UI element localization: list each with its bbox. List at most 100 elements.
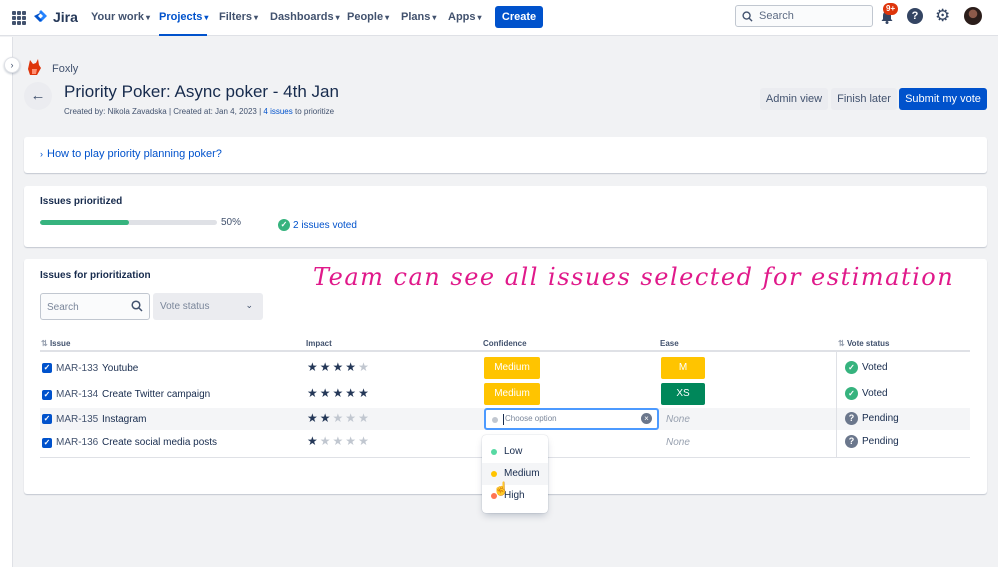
nav-apps[interactable]: Apps ▾ xyxy=(448,0,482,36)
column-header-confidence: Confidence xyxy=(483,339,527,348)
expand-sidebar-chevron-icon[interactable]: › xyxy=(4,57,20,73)
issue-title[interactable]: Create Twitter campaign xyxy=(102,389,210,400)
notification-count-badge: 9+ xyxy=(883,3,899,15)
select-placeholder: Choose option xyxy=(505,414,557,423)
star-filled-icon[interactable]: ★ xyxy=(320,360,333,374)
jira-logo-icon xyxy=(34,10,47,22)
confidence-select[interactable]: Choose option × xyxy=(484,408,659,430)
submit-vote-button[interactable]: Submit my vote xyxy=(899,88,987,110)
row-checkbox[interactable]: ✓ xyxy=(42,363,52,373)
option-medium[interactable]: Medium xyxy=(482,463,548,485)
nav-dashboards[interactable]: Dashboards ▾ xyxy=(270,0,340,36)
star-filled-icon[interactable]: ★ xyxy=(307,411,320,425)
star-filled-icon[interactable]: ★ xyxy=(333,386,346,400)
star-empty-icon[interactable]: ★ xyxy=(333,434,346,448)
impact-rating[interactable]: ★★★★★ xyxy=(307,386,371,400)
issues-count-link[interactable]: 4 issues xyxy=(263,107,292,116)
confidence-dropdown-menu: Low Medium High xyxy=(482,435,548,513)
search-placeholder: Search xyxy=(759,10,794,22)
ease-empty[interactable]: None xyxy=(666,414,690,425)
vote-status: ✓ Voted xyxy=(845,361,888,374)
star-empty-icon[interactable]: ★ xyxy=(333,411,346,425)
help-icon[interactable]: ? xyxy=(907,8,923,24)
logo-text: Jira xyxy=(53,9,78,25)
star-filled-icon[interactable]: ★ xyxy=(320,411,333,425)
ease-chip[interactable]: M xyxy=(661,357,705,379)
column-header-issue[interactable]: ⇅ Issue xyxy=(41,339,70,348)
low-dot-icon xyxy=(491,449,497,455)
option-low[interactable]: Low xyxy=(482,441,548,463)
check-circle-icon: ✓ xyxy=(845,361,858,374)
project-name[interactable]: Foxly xyxy=(52,63,78,75)
chevron-down-icon: ▾ xyxy=(385,13,390,22)
row-checkbox[interactable]: ✓ xyxy=(42,438,52,448)
star-empty-icon[interactable]: ★ xyxy=(345,434,358,448)
impact-rating[interactable]: ★★★★★ xyxy=(307,360,371,374)
star-filled-icon[interactable]: ★ xyxy=(345,360,358,374)
jira-logo[interactable]: Jira xyxy=(34,9,78,25)
how-to-play-expander[interactable]: › How to play priority planning poker? xyxy=(40,148,222,160)
nav-your-work[interactable]: Your work ▾ xyxy=(91,0,150,36)
impact-rating[interactable]: ★★★★★ xyxy=(307,434,371,448)
column-header-vote-status[interactable]: ⇅ Vote status xyxy=(838,339,889,348)
issue-title[interactable]: Instagram xyxy=(102,414,146,425)
nav-projects[interactable]: Projects ▾ xyxy=(159,0,208,36)
star-filled-icon[interactable]: ★ xyxy=(345,386,358,400)
star-filled-icon[interactable]: ★ xyxy=(307,434,320,448)
top-navigation: Jira Your work ▾ Projects ▾ Filters ▾ Dashb… xyxy=(0,0,998,36)
star-empty-icon[interactable]: ★ xyxy=(358,360,371,374)
star-filled-icon[interactable]: ★ xyxy=(307,386,320,400)
issue-title[interactable]: Youtube xyxy=(102,363,138,374)
option-high[interactable]: High xyxy=(482,485,548,507)
page-title: Priority Poker: Async poker - 4th Jan xyxy=(64,82,339,101)
settings-gear-icon[interactable]: ⚙ xyxy=(935,7,950,25)
nav-people[interactable]: People ▾ xyxy=(347,0,389,36)
table-row: ✓ MAR-134 Create Twitter campaign ★★★★★ … xyxy=(40,382,970,406)
star-empty-icon[interactable]: ★ xyxy=(358,434,371,448)
star-empty-icon[interactable]: ★ xyxy=(320,434,333,448)
session-meta: Created by: Nikola Zavadska | Created at… xyxy=(64,107,335,116)
clear-icon[interactable]: × xyxy=(641,413,652,424)
vote-status: ? Pending xyxy=(845,435,899,448)
star-empty-icon[interactable]: ★ xyxy=(358,411,371,425)
star-filled-icon[interactable]: ★ xyxy=(333,360,346,374)
nav-plans[interactable]: Plans ▾ xyxy=(401,0,436,36)
create-button[interactable]: Create xyxy=(495,6,543,28)
progress-bar-fill xyxy=(40,220,129,225)
chevron-right-icon: › xyxy=(40,149,43,159)
app-switcher-icon[interactable] xyxy=(12,11,26,25)
global-search-input[interactable]: Search xyxy=(735,5,873,27)
ease-empty[interactable]: None xyxy=(666,437,690,448)
chevron-down-icon: ▾ xyxy=(145,13,150,22)
nav-filters[interactable]: Filters ▾ xyxy=(219,0,258,36)
star-empty-icon[interactable]: ★ xyxy=(345,411,358,425)
issue-title[interactable]: Create social media posts xyxy=(102,437,217,448)
star-filled-icon[interactable]: ★ xyxy=(358,386,371,400)
check-circle-icon: ✓ xyxy=(845,387,858,400)
finish-later-button[interactable]: Finish later xyxy=(831,88,897,110)
issue-search-input[interactable]: Search xyxy=(40,293,150,320)
empty-dot-icon xyxy=(492,417,498,423)
text-cursor xyxy=(503,414,504,425)
vote-status-select[interactable]: Vote status ⌄ xyxy=(153,293,263,320)
chevron-down-icon: ▾ xyxy=(432,13,437,22)
issue-key[interactable]: MAR-134 xyxy=(56,389,98,400)
user-avatar[interactable] xyxy=(964,7,982,25)
ease-chip[interactable]: XS xyxy=(661,383,705,405)
star-filled-icon[interactable]: ★ xyxy=(307,360,320,374)
issue-key[interactable]: MAR-135 xyxy=(56,414,98,425)
column-header-impact: Impact xyxy=(306,339,332,348)
issue-key[interactable]: MAR-136 xyxy=(56,437,98,448)
vote-status: ? Pending xyxy=(845,412,899,425)
handwritten-annotation: Team can see all issues selected for est… xyxy=(313,263,955,291)
issues-voted-link[interactable]: ✓ 2 issues voted xyxy=(278,219,357,231)
confidence-chip[interactable]: Medium xyxy=(484,357,540,379)
impact-rating[interactable]: ★★★★★ xyxy=(307,411,371,425)
star-filled-icon[interactable]: ★ xyxy=(320,386,333,400)
row-checkbox[interactable]: ✓ xyxy=(42,414,52,424)
issue-key[interactable]: MAR-133 xyxy=(56,363,98,374)
confidence-chip[interactable]: Medium xyxy=(484,383,540,405)
back-arrow-icon[interactable]: ← xyxy=(24,82,52,110)
row-checkbox[interactable]: ✓ xyxy=(42,390,52,400)
admin-view-button[interactable]: Admin view xyxy=(760,88,828,110)
